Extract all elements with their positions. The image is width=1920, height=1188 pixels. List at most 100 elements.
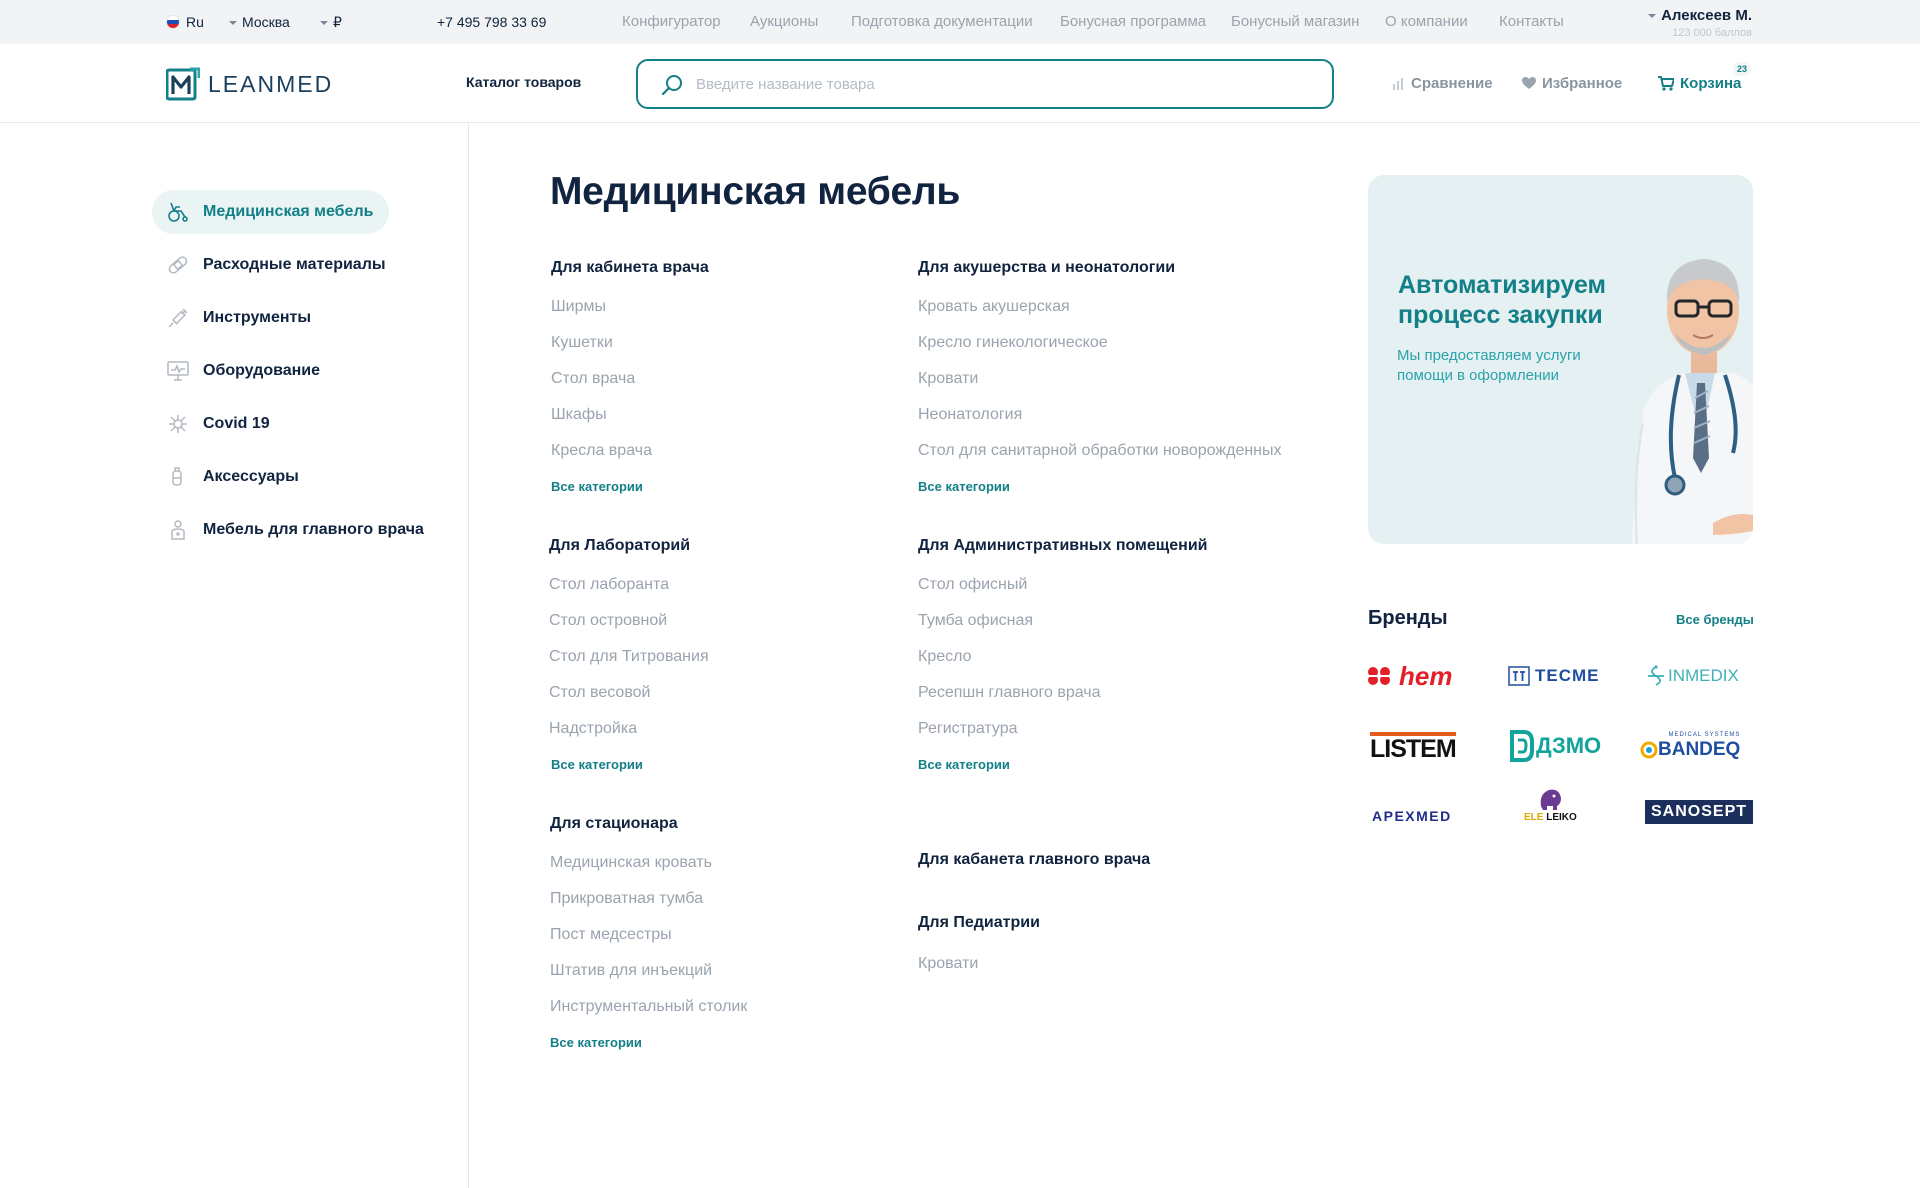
bar-chart-icon [1393, 77, 1403, 90]
list-item[interactable]: Пост медсестры [550, 925, 747, 961]
search-input[interactable] [696, 73, 1296, 95]
list-item[interactable]: Шкафы [551, 405, 709, 441]
list-item[interactable]: Стол для санитарной обработки новорожден… [918, 441, 1282, 477]
sidebar-item-equipment[interactable]: Оборудование [152, 349, 336, 393]
brand-logo-inmedix[interactable]: INMEDIX [1646, 658, 1739, 694]
logo[interactable]: LEANMED [166, 66, 333, 102]
group-title: Для кабанета главного врача [918, 851, 1151, 868]
hem-logo-icon [1368, 667, 1390, 685]
list-item[interactable]: Ресепшн главного врача [918, 683, 1208, 719]
city-selector[interactable]: Москва [229, 14, 290, 30]
all-categories-link[interactable]: Все категории [918, 755, 1208, 775]
phone-link[interactable]: +7 495 798 33 69 [437, 14, 546, 30]
all-categories-link[interactable]: Все категории [550, 1033, 747, 1053]
group-title: Для Лабораторий [549, 537, 691, 554]
sidebar-item-accessories[interactable]: Аксессуары [152, 455, 315, 499]
all-brands-link[interactable]: Все бренды [1676, 612, 1754, 627]
sidebar-item-label: Медицинская мебель [203, 203, 374, 220]
city-label: Москва [242, 14, 290, 30]
logo-text: LEANMED [208, 70, 334, 97]
currency-label: ₽ [333, 14, 342, 30]
elephant-logo-icon [1541, 789, 1562, 810]
chevron-down-icon [1648, 14, 1657, 18]
list-item[interactable]: Кровати [918, 954, 1040, 990]
favorites-link[interactable]: Избранное [1522, 75, 1622, 92]
sidebar-item-medical-furniture[interactable]: Медицинская мебель [152, 190, 390, 234]
sidebar-item-label: Covid 19 [203, 415, 270, 432]
list-item[interactable]: Неонатология [918, 405, 1282, 441]
all-categories-link[interactable]: Все категории [551, 477, 709, 497]
list-item[interactable]: Кресло [918, 647, 1208, 683]
cart-label: Корзина [1680, 75, 1742, 92]
category-group-chief-doctor-office[interactable]: Для кабанета главного врача [918, 851, 1150, 871]
user-menu[interactable]: Алексеев М. [1648, 7, 1752, 24]
nav-link-contacts[interactable]: Контакты [1499, 13, 1564, 30]
list-item[interactable]: Прикроватная тумба [550, 889, 747, 925]
brand-name: TECME [1535, 666, 1600, 685]
list-item[interactable]: Кресла врача [551, 441, 709, 477]
list-item[interactable]: Стол весовой [549, 683, 709, 719]
all-categories-link[interactable]: Все категории [551, 755, 709, 775]
sidebar-item-label: Расходные материалы [203, 256, 386, 273]
brand-logo-hem[interactable]: hem [1367, 658, 1452, 694]
list-item[interactable]: Тумба офисная [918, 611, 1208, 647]
brand-name: LISTEM [1370, 731, 1457, 761]
category-group-pediatrics: Для Педиатрии Кровати [918, 914, 1040, 990]
wheelchair-icon [166, 200, 190, 224]
compare-link[interactable]: Сравнение [1393, 75, 1493, 92]
list-item[interactable]: Кресло гинекологическое [918, 333, 1282, 369]
nav-link-auctions[interactable]: Аукционы [750, 13, 818, 30]
list-item[interactable]: Кровати [918, 369, 1282, 405]
syringe-icon [166, 306, 190, 330]
brand-logo-sanosept[interactable]: SANOSEPT [1645, 800, 1754, 824]
list-item[interactable]: Регистратура [918, 719, 1208, 755]
list-item[interactable]: Ширмы [551, 297, 709, 333]
nav-link-bonus-shop[interactable]: Бонусный магазин [1231, 13, 1359, 30]
user-points: 123 000 баллов [1672, 27, 1752, 39]
list-item[interactable]: Медицинская кровать [550, 853, 747, 889]
nav-link-about[interactable]: О компании [1385, 13, 1468, 30]
list-item[interactable]: Стол для Титрования [549, 647, 709, 683]
sidebar-item-label: Аксессуары [203, 468, 299, 485]
currency-selector[interactable]: ₽ [320, 14, 342, 31]
brand-logo-dzmo[interactable]: ДЗМО [1508, 728, 1601, 764]
user-name: Алексеев М. [1661, 7, 1752, 24]
brand-logo-tecme[interactable]: TECME [1508, 658, 1600, 694]
doctor-illustration [1631, 259, 1753, 544]
brand-logo-bandeq[interactable]: MEDICAL SYSTEMS BANDEQ [1640, 726, 1740, 766]
brand-logo-listem[interactable]: LISTEM [1370, 728, 1457, 764]
list-item[interactable]: Стол островной [549, 611, 709, 647]
search-icon[interactable] [660, 73, 684, 97]
all-categories-link[interactable]: Все категории [918, 477, 1282, 497]
list-item[interactable]: Кровать акушерская [918, 297, 1282, 333]
nav-link-bonus-program[interactable]: Бонусная программа [1060, 13, 1206, 30]
language-selector[interactable]: Ru [166, 14, 204, 30]
sidebar-item-covid[interactable]: Covid 19 [152, 402, 286, 446]
sidebar-divider [468, 124, 469, 1188]
chevron-down-icon [320, 21, 328, 25]
list-item[interactable]: Стол лаборанта [549, 575, 709, 611]
cart-link[interactable]: Корзина [1658, 75, 1741, 92]
nav-link-configurator[interactable]: Конфигуратор [622, 13, 721, 30]
brand-logo-apexmed[interactable]: APEXMED [1372, 798, 1452, 834]
sidebar-item-label: Оборудование [203, 362, 321, 379]
catalog-button[interactable]: Каталог товаров [466, 74, 581, 90]
sidebar-item-chief-doctor[interactable]: Мебель для главного врача [152, 508, 440, 552]
list-item[interactable]: Кушетки [551, 333, 709, 369]
list-item[interactable]: Надстройка [549, 719, 709, 755]
brand-tagline: MEDICAL SYSTEMS [1668, 732, 1741, 738]
sidebar-item-consumables[interactable]: Расходные материалы [152, 243, 402, 287]
list-item[interactable]: Штатив для инъекций [550, 961, 747, 997]
brand-name: APEXMED [1372, 808, 1452, 824]
list-item[interactable]: Стол офисный [918, 575, 1208, 611]
search-box [636, 59, 1334, 109]
list-item[interactable]: Стол врача [551, 369, 709, 405]
brand-logo-eleiko[interactable]: ELE LEIKO [1524, 786, 1577, 834]
brand-name: ДЗМО [1536, 733, 1602, 758]
nav-link-documentation[interactable]: Подготовка документации [851, 13, 1033, 30]
sidebar-item-label: Мебель для главного врача [203, 521, 424, 538]
list-item[interactable]: Инструментальный столик [550, 997, 747, 1033]
sidebar-item-instruments[interactable]: Инструменты [152, 296, 327, 340]
promo-banner[interactable]: Автоматизируем процесс закупки Мы предос… [1368, 175, 1753, 544]
header: LEANMED Каталог товаров Сравнение Избран… [0, 44, 1920, 123]
